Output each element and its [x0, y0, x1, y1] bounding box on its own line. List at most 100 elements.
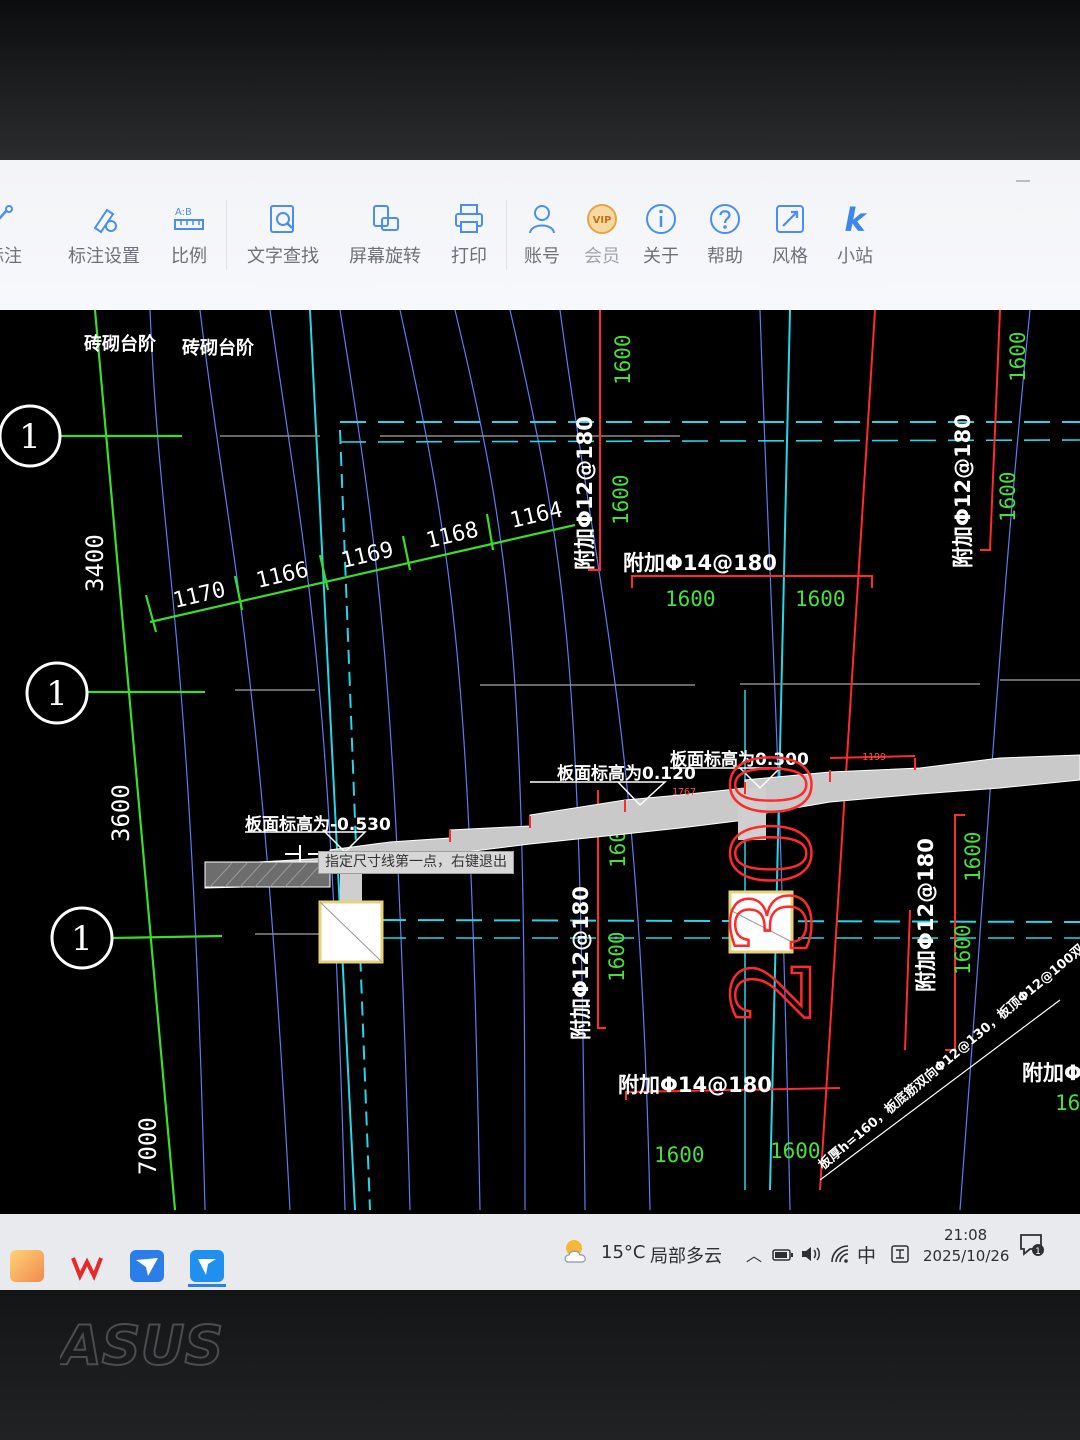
- account-icon: [529, 205, 555, 234]
- tool-dimension-settings[interactable]: 标注设置: [68, 202, 140, 268]
- length-label: 1600: [951, 924, 975, 975]
- length-label: 1600: [770, 1139, 821, 1163]
- vertical-dim-3600: 3600: [107, 784, 135, 842]
- clock-date[interactable]: 2025/10/26: [923, 1247, 1009, 1265]
- stair-label: 砖砌台阶: [84, 333, 157, 355]
- print-icon: [455, 204, 483, 233]
- toolbar-dash: [1016, 180, 1030, 182]
- rebar-label: 附加Φ14@180: [623, 551, 777, 575]
- grid-bubble-label: 1: [71, 919, 93, 959]
- chevron-up-icon[interactable]: ︿: [746, 1242, 762, 1266]
- rebar-label: 附加Φ12@180: [914, 838, 938, 992]
- svg-text:k: k: [844, 202, 867, 236]
- ime-language-indicator[interactable]: 中: [857, 1241, 876, 1268]
- cad-toolbar: 标注 标注设置 A:B 比例 文字查找 屏幕旋转 打印 账号 VIP: [0, 160, 1080, 310]
- svg-text:A:B: A:B: [175, 207, 192, 218]
- elevation-symbol: [245, 831, 367, 854]
- vip-icon: VIP: [587, 204, 617, 234]
- contour-line: [149, 310, 206, 1210]
- green-dim-line: [149, 523, 576, 624]
- length-label: 1600: [961, 831, 985, 882]
- tool-screen-rotate[interactable]: 屏幕旋转: [349, 202, 421, 268]
- tool-k-station[interactable]: k 小站: [837, 202, 873, 268]
- length-label: 1600: [609, 474, 633, 525]
- tool-about[interactable]: 关于: [643, 202, 679, 268]
- length-label: 1600: [654, 1143, 705, 1167]
- volume-icon[interactable]: [800, 1244, 822, 1264]
- cyan-line: [309, 310, 356, 1210]
- k-station-icon: k: [844, 202, 867, 236]
- command-prompt-text: 指定尺寸线第一点，右键退出: [325, 854, 507, 870]
- laptop-bezel-top: [0, 0, 1080, 162]
- dimension-settings-icon: [93, 208, 117, 234]
- command-prompt-tooltip: 指定尺寸线第一点，右键退出: [318, 851, 514, 874]
- svg-text:1: 1: [1035, 1247, 1041, 1257]
- green-axis-line: [93, 310, 177, 1210]
- green-dim-label: 1170: [171, 578, 228, 614]
- vertical-dim-3400: 3400: [81, 534, 109, 592]
- rebar-small: [904, 909, 911, 1051]
- length-label: 1600: [605, 931, 629, 982]
- taskbar-app-folder-icon[interactable]: [10, 1250, 44, 1282]
- svg-text:ASUS: ASUS: [60, 1318, 223, 1376]
- big-dimension-text: 2300: [711, 750, 836, 1025]
- green-dim-label: 1166: [254, 558, 311, 594]
- battery-icon[interactable]: [772, 1248, 794, 1262]
- toolbar-separator: [506, 200, 507, 270]
- ime-mode-icon[interactable]: [890, 1244, 910, 1264]
- help-icon: [710, 204, 740, 234]
- contour-line: [339, 310, 411, 1210]
- length-label: 1600: [996, 471, 1020, 522]
- notification-icon[interactable]: 1: [1018, 1232, 1046, 1258]
- length-label: 1600: [611, 334, 635, 385]
- grid-bubble-label: 1: [46, 674, 68, 714]
- tool-text-search[interactable]: 文字查找: [247, 202, 319, 268]
- weather-temperature[interactable]: 15°C: [601, 1242, 645, 1263]
- active-app-indicator: [188, 1284, 226, 1287]
- rebar-label: 附加Φ12@180: [569, 886, 593, 1040]
- clock-time[interactable]: 21:08: [944, 1226, 987, 1244]
- contour-line: [399, 310, 481, 1210]
- length-label: 1600: [1006, 331, 1030, 382]
- tool-help[interactable]: 帮助: [707, 202, 743, 268]
- vertical-dim-7000: 7000: [134, 1117, 162, 1175]
- tool-print[interactable]: 打印: [451, 202, 487, 268]
- rebar-label: 附加Φ14@180: [618, 1073, 772, 1097]
- weather-partly-cloudy-icon: [564, 1240, 586, 1263]
- length-label: 1600: [795, 587, 846, 611]
- tool-dimension[interactable]: 标注: [0, 202, 22, 268]
- wifi-icon[interactable]: [830, 1244, 850, 1264]
- contour-line: [199, 310, 291, 1210]
- green-tick: [144, 594, 158, 633]
- asus-logo: ASUS: [60, 1318, 224, 1376]
- screen: 标注 标注设置 A:B 比例 文字查找 屏幕旋转 打印 账号 VIP: [0, 160, 1080, 1290]
- toolbar-separator: [226, 200, 227, 270]
- rebar-col: [819, 310, 876, 1191]
- slab-step: [340, 870, 362, 902]
- length-label: 1600: [665, 587, 716, 611]
- text-search-icon: [270, 205, 294, 233]
- windows-taskbar: 15°C 局部多云 ︿ 中 21:08 2025/10/26 1: [0, 1214, 1080, 1290]
- tool-scale[interactable]: A:B 比例: [171, 202, 207, 268]
- slab-note: 板厚h=160，板底筋双向Φ12@130，板顶Φ12@100双向双层布置: [815, 899, 1080, 1173]
- screen-rotate-icon: [373, 205, 399, 231]
- laptop-bezel-bottom: ASUS: [0, 1290, 1080, 1440]
- scale-icon: A:B: [174, 207, 204, 230]
- cad-drawing-canvas[interactable]: 1 1 1 砖砌台阶 砖砌台阶 3400 3600 7000 1170 1166…: [0, 310, 1080, 1210]
- taskbar-app-feishu-icon[interactable]: [130, 1250, 164, 1282]
- svg-text:VIP: VIP: [593, 215, 612, 226]
- cad-drawing: 1 1 1 砖砌台阶 砖砌台阶 3400 3600 7000 1170 1166…: [0, 310, 1080, 1210]
- weather-description[interactable]: 局部多云: [650, 1242, 722, 1268]
- style-icon: [776, 205, 804, 233]
- green-tick: [233, 575, 244, 611]
- tool-vip[interactable]: VIP 会员: [584, 202, 620, 268]
- tool-account[interactable]: 账号: [524, 202, 560, 268]
- rebar-label: 附加Φ12@180: [573, 416, 597, 570]
- length-label: 160: [1055, 1091, 1080, 1115]
- rebar-label: 附加Φ12@180: [951, 414, 975, 568]
- rebar-label: 附加Φ12@: [1022, 1061, 1080, 1085]
- small-dim-label: 1767: [672, 787, 696, 798]
- tool-style[interactable]: 风格: [772, 202, 808, 268]
- taskbar-app-cad-viewer-icon[interactable]: [190, 1250, 224, 1282]
- taskbar-app-wps-icon[interactable]: [70, 1250, 104, 1282]
